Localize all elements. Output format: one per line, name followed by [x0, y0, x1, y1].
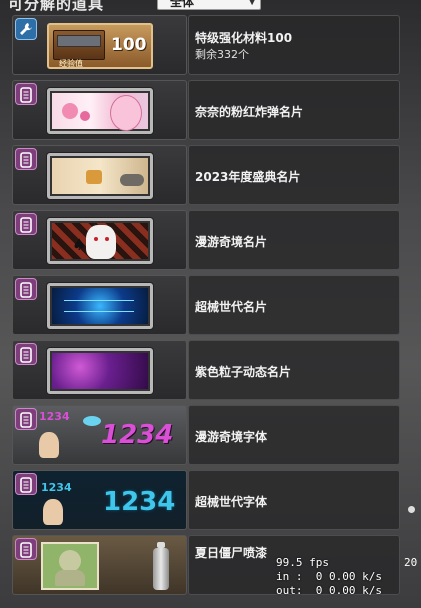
item-thumbnail	[12, 80, 187, 140]
list-item[interactable]: 经验值 100 特级强化材料100 剩余332个	[12, 15, 400, 75]
item-thumbnail	[12, 275, 187, 335]
item-info: 超械世代字体	[188, 470, 400, 530]
fps-readout: 99.5 fps	[276, 556, 329, 569]
enhancement-box-art: 经验值 100	[47, 23, 153, 69]
wrench-icon	[15, 18, 37, 40]
thumb-amount: 100	[111, 35, 147, 55]
thumb-caption: 经验值	[59, 59, 83, 68]
list-item[interactable]: 2023年度盛典名片	[12, 145, 400, 205]
font-sample-large: 1234	[103, 487, 176, 517]
mech-generation-card-art	[47, 283, 153, 329]
font-sample-large: 1234	[101, 420, 174, 450]
net-out-readout: out: 0 0.00 k/s	[276, 584, 382, 597]
anniversary-card-art	[47, 153, 153, 199]
item-info: 特级强化材料100 剩余332个	[188, 15, 400, 75]
list-item[interactable]: 紫色粒子动态名片	[12, 340, 400, 400]
item-info: 2023年度盛典名片	[188, 145, 400, 205]
item-thumbnail	[12, 145, 187, 205]
item-name: 夏日僵尸喷漆	[195, 546, 268, 560]
filter-selected-value: 全体	[170, 0, 195, 9]
list-item[interactable]: ♠ 漫游奇境名片	[12, 210, 400, 270]
item-name: 漫游奇境字体	[195, 430, 268, 444]
item-name: 超械世代字体	[195, 495, 268, 509]
list-item[interactable]: 超械世代名片	[12, 275, 400, 335]
wonderland-card-art: ♠	[47, 218, 153, 264]
list-item[interactable]: 1234 1234 超械世代字体	[12, 470, 400, 530]
stats-partial-readout: 20	[404, 556, 418, 569]
spray-can-icon	[153, 542, 169, 590]
item-info: 漫游奇境名片	[188, 210, 400, 270]
item-name: 超械世代名片	[195, 300, 268, 314]
item-thumbnail: 1234 1234	[12, 405, 187, 465]
item-info: 超械世代名片	[188, 275, 400, 335]
item-info: 奈奈的粉红炸弹名片	[188, 80, 400, 140]
page-title: 可分解的道具	[8, 0, 105, 13]
pink-bomb-card-art	[47, 88, 153, 134]
item-name: 漫游奇境名片	[195, 235, 268, 249]
item-name: 特级强化材料100	[195, 31, 293, 45]
item-name: 奈奈的粉红炸弹名片	[195, 105, 304, 119]
item-thumbnail: ♠	[12, 210, 187, 270]
purple-particle-card-art	[47, 348, 153, 394]
item-name: 2023年度盛典名片	[195, 170, 301, 184]
top-bar: 可分解的道具 全体 ▼	[0, 0, 421, 14]
scrollbar-thumb[interactable]	[408, 506, 415, 513]
item-thumbnail	[12, 535, 187, 595]
card-icon	[15, 343, 37, 365]
card-icon	[15, 213, 37, 235]
net-in-readout: in : 0 0.00 k/s	[276, 570, 382, 583]
card-icon	[15, 148, 37, 170]
filter-dropdown[interactable]: 全体 ▼	[157, 0, 261, 10]
font-sample-small: 1234	[39, 410, 70, 423]
item-thumbnail: 1234 1234	[12, 470, 187, 530]
font-sample-small: 1234	[41, 481, 72, 494]
card-icon	[15, 408, 37, 430]
item-info: 紫色粒子动态名片	[188, 340, 400, 400]
card-icon	[15, 278, 37, 300]
list-item[interactable]: 奈奈的粉红炸弹名片	[12, 80, 400, 140]
card-icon	[15, 538, 37, 560]
item-thumbnail: 经验值 100	[12, 15, 187, 75]
item-thumbnail	[12, 340, 187, 400]
spade-icon: ♠	[72, 235, 87, 254]
card-icon	[15, 473, 37, 495]
list-item[interactable]: 1234 1234 漫游奇境字体	[12, 405, 400, 465]
item-info: 漫游奇境字体	[188, 405, 400, 465]
item-remaining: 剩余332个	[195, 48, 249, 61]
network-stats-overlay: 99.5 fps in : 0 0.00 k/s out: 0 0.00 k/s	[276, 556, 382, 598]
zombie-spray-art	[41, 542, 99, 590]
chevron-down-icon: ▼	[248, 0, 256, 7]
item-name: 紫色粒子动态名片	[195, 365, 292, 379]
card-icon	[15, 83, 37, 105]
